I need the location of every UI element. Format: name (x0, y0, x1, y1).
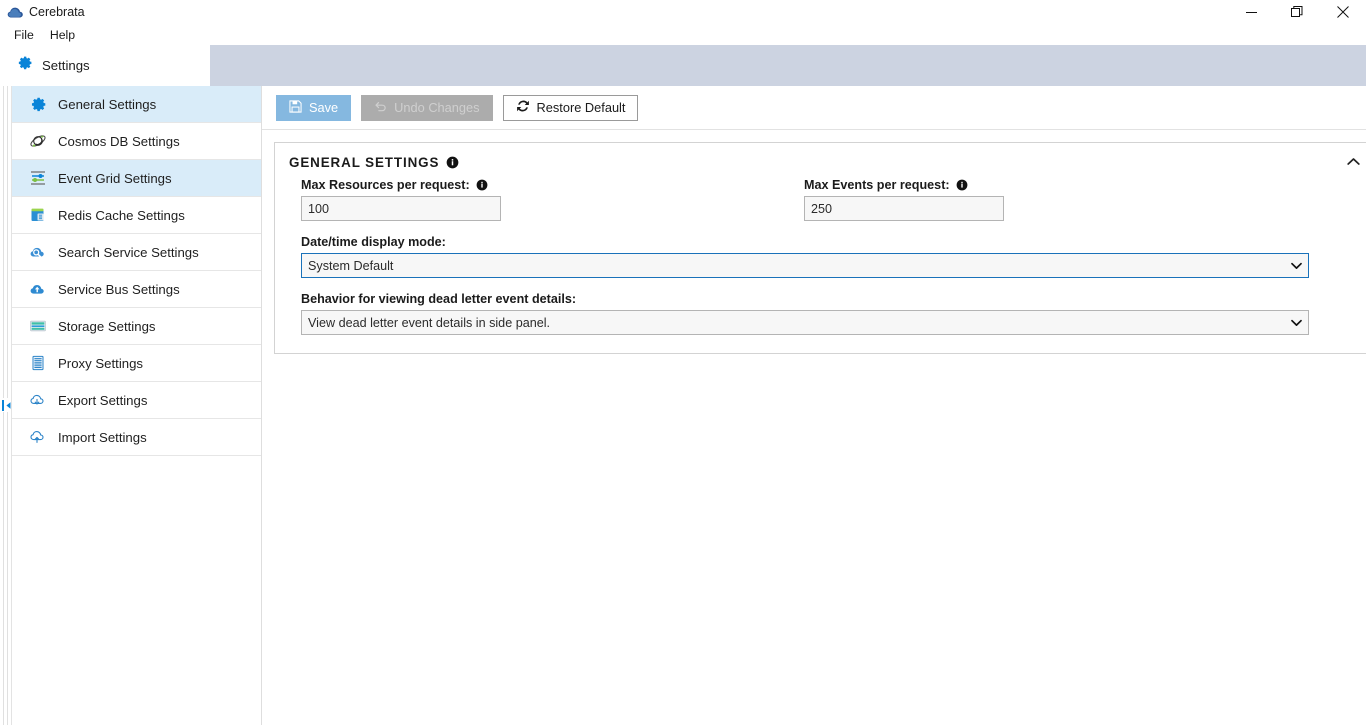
body-region: General Settings Cosmos DB Settings Even… (0, 86, 1366, 725)
sidebar-item-label: Cosmos DB Settings (58, 133, 180, 149)
max-resources-label-row: Max Resources per request: (301, 178, 804, 192)
info-icon[interactable] (446, 156, 459, 169)
sidebar-item-label: Import Settings (58, 429, 147, 445)
window-controls (1228, 0, 1366, 24)
settings-toolbar: Save Undo Changes Restore Default (262, 86, 1366, 130)
max-events-label: Max Events per request: (804, 178, 950, 192)
import-cloud-icon (28, 427, 48, 447)
info-icon[interactable] (956, 179, 968, 191)
sidebar-item-label: General Settings (58, 96, 157, 112)
undo-arrow-icon (374, 100, 387, 116)
dead-letter-behavior-select-wrap: View dead letter event details in side p… (301, 310, 1309, 335)
main-content: Save Undo Changes Restore Default GENERA… (262, 86, 1366, 725)
menu-bar: File Help (0, 24, 1366, 45)
general-settings-panel: GENERAL SETTINGS Max Resources per reque… (274, 142, 1366, 354)
settings-sidebar: General Settings Cosmos DB Settings Even… (12, 86, 262, 725)
cosmos-db-icon (28, 131, 48, 151)
max-resources-input[interactable] (301, 196, 501, 221)
sidebar-item-label: Event Grid Settings (58, 170, 172, 186)
field-max-events: Max Events per request: (804, 178, 1307, 221)
redis-cache-icon (28, 205, 48, 225)
save-button[interactable]: Save (276, 94, 352, 121)
tab-settings[interactable]: Settings (0, 45, 210, 86)
sidebar-item-import-settings[interactable]: Import Settings (12, 419, 261, 456)
sidebar-item-label: Redis Cache Settings (58, 207, 185, 223)
tab-settings-label: Settings (42, 58, 90, 73)
tab-strip: Settings (0, 45, 1366, 86)
floppy-disk-icon (289, 99, 302, 116)
panel-title: GENERAL SETTINGS (289, 155, 440, 170)
refresh-icon (516, 99, 530, 116)
info-icon[interactable] (476, 179, 488, 191)
save-button-label: Save (309, 100, 339, 115)
title-bar: Cerebrata (0, 0, 1366, 24)
sidebar-item-search-service-settings[interactable]: Search Service Settings (12, 234, 261, 271)
max-events-input[interactable] (804, 196, 1004, 221)
panel-header: GENERAL SETTINGS (275, 143, 1366, 176)
service-bus-icon (28, 279, 48, 299)
panel-collapse-handle[interactable] (1, 398, 11, 412)
cloud-icon (6, 4, 24, 20)
sidebar-item-label: Storage Settings (58, 318, 156, 334)
gear-icon (28, 94, 48, 114)
restore-default-button[interactable]: Restore Default (502, 94, 639, 121)
max-resources-label: Max Resources per request: (301, 178, 470, 192)
dead-letter-behavior-label: Behavior for viewing dead letter event d… (301, 292, 577, 306)
undo-changes-label: Undo Changes (394, 100, 480, 115)
proxy-icon (28, 353, 48, 373)
sidebar-splitter[interactable] (0, 86, 12, 725)
gear-icon (17, 55, 33, 76)
sidebar-item-service-bus-settings[interactable]: Service Bus Settings (12, 271, 261, 308)
form-row-limits: Max Resources per request: 100 Max Event… (301, 178, 1359, 221)
menu-file[interactable]: File (7, 26, 41, 44)
dead-letter-behavior-select[interactable]: View dead letter event details in side p… (301, 310, 1309, 335)
field-max-resources: Max Resources per request: (301, 178, 804, 221)
sidebar-item-label: Search Service Settings (58, 244, 199, 260)
datetime-mode-select-wrap: System Default (301, 253, 1309, 278)
max-events-label-row: Max Events per request: (804, 178, 1307, 192)
search-service-icon (28, 242, 48, 262)
chevron-up-icon[interactable] (1341, 151, 1365, 171)
menu-help[interactable]: Help (43, 26, 82, 44)
minimize-icon[interactable] (1228, 0, 1274, 24)
restore-default-label: Restore Default (536, 100, 626, 115)
sidebar-item-proxy-settings[interactable]: Proxy Settings (12, 345, 261, 382)
sidebar-item-cosmos-db-settings[interactable]: Cosmos DB Settings (12, 123, 261, 160)
sidebar-item-label: Export Settings (58, 392, 148, 408)
restore-icon[interactable] (1274, 0, 1320, 24)
sidebar-item-redis-cache-settings[interactable]: Redis Cache Settings (12, 197, 261, 234)
datetime-mode-label: Date/time display mode: (301, 235, 446, 249)
storage-icon (28, 316, 48, 336)
settings-form: Max Resources per request: 100 Max Event… (275, 176, 1366, 335)
sidebar-item-storage-settings[interactable]: Storage Settings (12, 308, 261, 345)
sidebar-item-label: Service Bus Settings (58, 281, 180, 297)
sidebar-item-export-settings[interactable]: Export Settings (12, 382, 261, 419)
event-grid-icon (28, 168, 48, 188)
close-icon[interactable] (1320, 0, 1366, 24)
sidebar-item-event-grid-settings[interactable]: Event Grid Settings (12, 160, 261, 197)
app-title: Cerebrata (29, 5, 85, 19)
sidebar-item-general-settings[interactable]: General Settings (12, 86, 261, 123)
export-cloud-icon (28, 390, 48, 410)
datetime-mode-select[interactable]: System Default (301, 253, 1309, 278)
undo-changes-button[interactable]: Undo Changes (361, 94, 493, 121)
sidebar-item-label: Proxy Settings (58, 355, 144, 371)
